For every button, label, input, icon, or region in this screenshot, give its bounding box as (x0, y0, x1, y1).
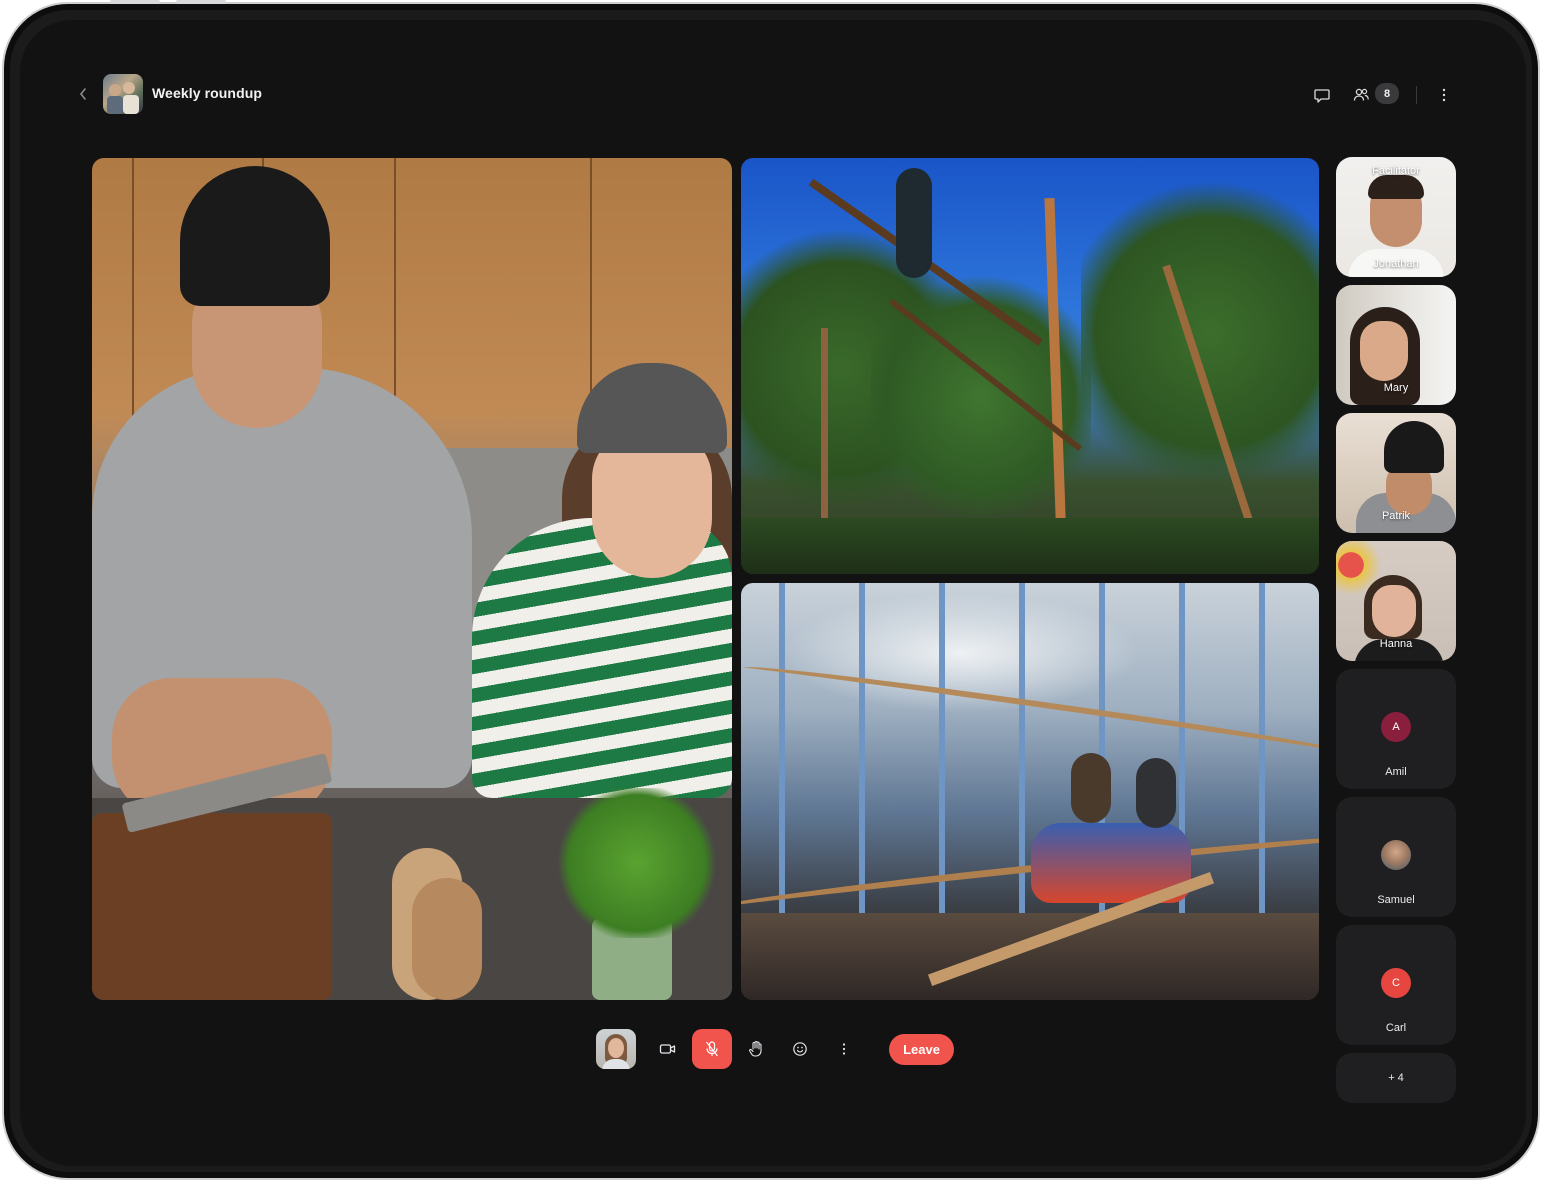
participant-name: Carl (1385, 1022, 1407, 1034)
video-camera-icon (659, 1044, 676, 1054)
ground-forest (741, 518, 1319, 574)
participant-avatar: C (1381, 968, 1411, 998)
participant-tile[interactable]: Hanna (1336, 541, 1456, 661)
beanie (180, 166, 330, 306)
participant-face (1372, 585, 1416, 637)
chevron-left-icon[interactable] (78, 86, 90, 102)
rider (1136, 758, 1176, 828)
raise-hand-icon (749, 1040, 762, 1057)
participant-tile[interactable]: Mary (1336, 285, 1456, 405)
top-bar: Weekly roundup 8 (20, 20, 1526, 170)
call-screen: Weekly roundup 8 Facilitator Jonathan Ma… (20, 20, 1526, 1166)
beanie (1384, 421, 1444, 473)
video-tile-ropes-course[interactable] (741, 158, 1319, 574)
people-icon[interactable] (1350, 84, 1372, 106)
rider (1071, 753, 1111, 823)
leave-button[interactable]: Leave (889, 1034, 954, 1065)
raise-hand-button[interactable] (736, 1029, 776, 1069)
participant-tile[interactable]: Facilitator Jonathan (1336, 157, 1456, 277)
volume-button (110, 0, 160, 4)
participant-avatar: A (1381, 712, 1411, 742)
more-participants-button[interactable]: + 4 (1336, 1053, 1456, 1103)
participant-hair (1368, 175, 1424, 199)
participant-face (608, 1038, 624, 1058)
participant-face (1360, 321, 1408, 381)
participant-tile[interactable]: A Amil (1336, 669, 1456, 789)
participant-tile[interactable]: Samuel (1336, 797, 1456, 917)
participant-name: Amil (1385, 766, 1407, 778)
mic-off-icon (706, 1041, 718, 1057)
participant-name: Mary (1383, 382, 1409, 394)
mic-toggle-button[interactable] (692, 1029, 732, 1069)
tablet-frame: Weekly roundup 8 Facilitator Jonathan Ma… (2, 0, 1540, 1180)
cutting-board (92, 813, 332, 1000)
herbs (552, 788, 722, 938)
room-avatar (103, 74, 143, 114)
room-title: Weekly roundup (152, 85, 263, 101)
volume-button (176, 0, 226, 4)
participant-count-badge: 8 (1375, 83, 1399, 104)
more-options-button[interactable] (824, 1029, 864, 1069)
cap (577, 363, 727, 453)
chat-bubble-icon[interactable] (1311, 84, 1333, 106)
participant-tile[interactable]: Patrik (1336, 413, 1456, 533)
emoji-icon (793, 1042, 807, 1056)
participant-name: Patrik (1381, 510, 1411, 522)
camera-toggle-button[interactable] (648, 1029, 688, 1069)
video-tile-roller-coaster[interactable] (741, 583, 1319, 1000)
participant-avatar (1381, 840, 1411, 870)
participant-role: Facilitator (1372, 165, 1420, 177)
divider (1416, 86, 1417, 104)
wooden-spoon (412, 878, 482, 1000)
participant-name: Hanna (1379, 638, 1413, 650)
participant-name: Samuel (1377, 894, 1415, 906)
participant-name: Jonathan (1373, 258, 1419, 270)
climber (896, 168, 932, 278)
track-floor (741, 913, 1319, 1000)
participant-tile[interactable]: C Carl (1336, 925, 1456, 1045)
self-view-thumbnail[interactable] (596, 1029, 636, 1069)
more-vertical-icon (842, 1043, 846, 1055)
video-tile-kitchen[interactable] (92, 158, 732, 1000)
more-vertical-icon[interactable] (1433, 84, 1455, 106)
tree-canopy (1081, 168, 1319, 498)
reactions-button[interactable] (780, 1029, 820, 1069)
